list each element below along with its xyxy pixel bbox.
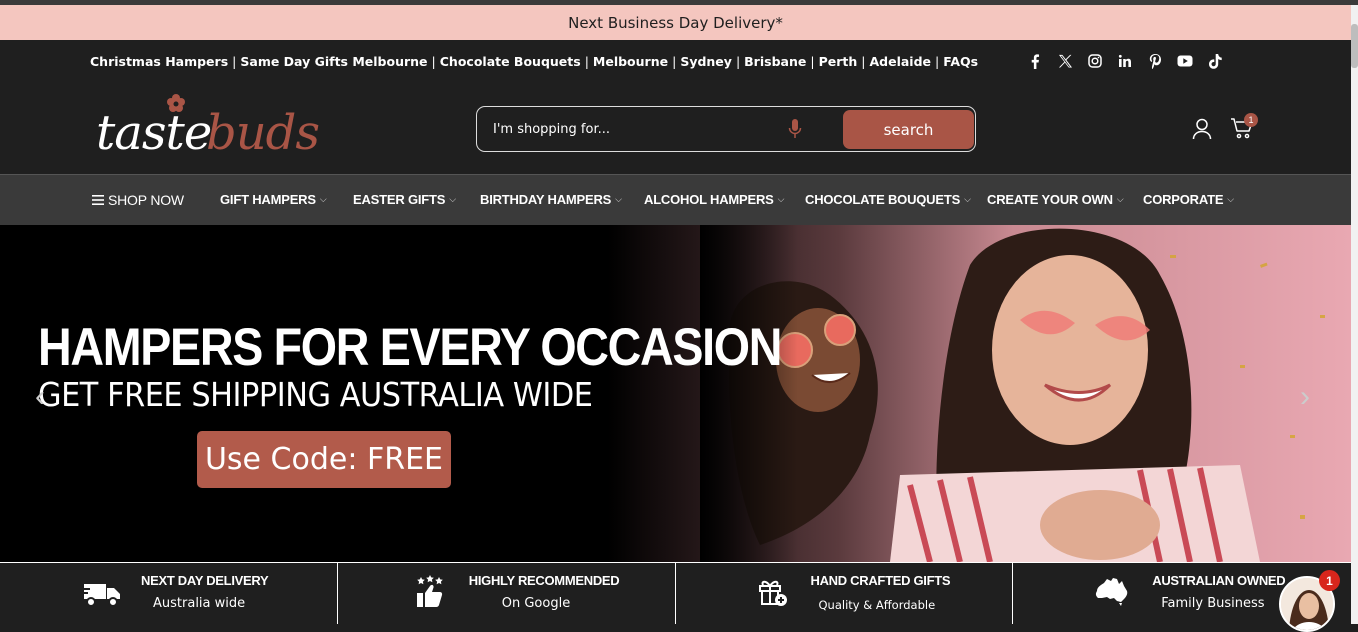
nav-shop-now[interactable]: SHOP NOW <box>92 192 184 208</box>
search-box: search <box>476 106 976 152</box>
linkedin-icon[interactable] <box>1117 53 1133 69</box>
chevron-down-icon: ⌵ <box>1116 194 1124 204</box>
nav-label: CHOCOLATE BOUQUETS <box>805 192 961 207</box>
hero-subtitle: GET FREE SHIPPING AUSTRALIA WIDE <box>38 375 593 414</box>
svg-text:buds: buds <box>206 105 319 159</box>
nav-label: BIRTHDAY HAMPERS <box>480 192 612 207</box>
nav-label: GIFT HAMPERS <box>220 192 316 207</box>
separator: | <box>935 54 940 69</box>
separator: | <box>735 54 741 69</box>
hero-banner[interactable]: HAMPERS FOR EVERY OCCASION GET FREE SHIP… <box>0 225 1351 562</box>
nav-birthday-hampers[interactable]: BIRTHDAY HAMPERS ⌵ <box>480 192 622 207</box>
nav-create-your-own[interactable]: CREATE YOUR OWN ⌵ <box>987 192 1124 207</box>
svg-text:taste: taste <box>96 105 211 159</box>
nav-label: EASTER GIFTS <box>353 192 446 207</box>
nav-alcohol-hampers[interactable]: ALCOHOL HAMPERS ⌵ <box>644 192 784 207</box>
chevron-down-icon: ⌵ <box>615 194 622 204</box>
chevron-down-icon: ⌵ <box>319 194 327 204</box>
chevron-down-icon: ⌵ <box>449 194 456 204</box>
nav-label: CORPORATE <box>1143 192 1224 207</box>
feature-subtitle: On Google <box>501 596 571 611</box>
announcement-bar: Next Business Day Delivery* <box>0 5 1351 40</box>
tastebuds-logo[interactable]: taste buds <box>96 93 321 164</box>
quick-link-adelaide[interactable]: Adelaide <box>869 54 931 69</box>
x-icon[interactable] <box>1057 53 1073 69</box>
separator: | <box>232 54 237 69</box>
features-bar: NEXT DAY DELIVERY Australia wide HIGHLY … <box>0 562 1351 624</box>
scrollbar[interactable] <box>1351 5 1358 624</box>
separator: | <box>672 54 677 69</box>
chevron-down-icon: ⌵ <box>964 194 971 204</box>
feature-title: AUSTRALIAN OWNED <box>1152 573 1286 588</box>
nav-label: SHOP NOW <box>108 192 184 208</box>
nav-corporate[interactable]: CORPORATE ⌵ <box>1143 192 1234 207</box>
feature-next-day-delivery: NEXT DAY DELIVERY Australia wide <box>0 562 338 624</box>
cart-count-badge: 1 <box>1244 113 1258 127</box>
social-links <box>1027 53 1223 69</box>
separator: | <box>861 54 866 69</box>
separator: | <box>584 54 589 69</box>
nav-chocolate-bouquets[interactable]: CHOCOLATE BOUQUETS ⌵ <box>805 192 971 207</box>
feature-subtitle: Quality & Affordable <box>818 598 936 612</box>
microphone-icon[interactable] <box>788 119 802 144</box>
search-button[interactable]: search <box>843 110 974 149</box>
truck-icon <box>82 582 122 613</box>
youtube-icon[interactable] <box>1177 53 1193 69</box>
separator: | <box>431 54 436 69</box>
gift-icon <box>758 577 788 612</box>
quick-link-same-day-gifts[interactable]: Same Day Gifts Melbourne <box>240 54 427 69</box>
feature-subtitle: Australia wide <box>153 596 246 611</box>
announcement-text: Next Business Day Delivery* <box>568 13 783 32</box>
quick-link-chocolate-bouquets[interactable]: Chocolate Bouquets <box>440 54 581 69</box>
main-navigation: SHOP NOW GIFT HAMPERS ⌵ EASTER GIFTS ⌵ BIR… <box>0 174 1351 225</box>
quick-link-sydney[interactable]: Sydney <box>680 54 732 69</box>
tiktok-icon[interactable] <box>1207 53 1223 69</box>
chevron-down-icon: ⌵ <box>1227 194 1234 204</box>
australia-icon <box>1095 577 1129 612</box>
nav-easter-gifts[interactable]: EASTER GIFTS ⌵ <box>353 192 456 207</box>
hero-title: HAMPERS FOR EVERY OCCASION <box>38 318 782 377</box>
feature-subtitle: Family Business <box>1161 596 1265 611</box>
facebook-icon[interactable] <box>1027 53 1043 69</box>
feature-title: HAND CRAFTED GIFTS <box>810 573 951 588</box>
feature-highly-recommended: HIGHLY RECOMMENDED On Google <box>337 562 676 624</box>
feature-title: NEXT DAY DELIVERY <box>141 573 269 588</box>
quick-link-perth[interactable]: Perth <box>819 54 858 69</box>
nav-label: ALCOHOL HAMPERS <box>644 192 774 207</box>
quick-links: Christmas Hampers | Same Day Gifts Melbou… <box>90 54 978 69</box>
chevron-down-icon: ⌵ <box>777 194 785 204</box>
chat-notification-badge: 1 <box>1319 570 1340 591</box>
search-input[interactable] <box>493 119 773 139</box>
nav-label: CREATE YOUR OWN <box>987 192 1113 207</box>
hero-photo <box>700 225 1351 562</box>
account-icon[interactable] <box>1192 118 1212 145</box>
pinterest-icon[interactable] <box>1147 53 1163 69</box>
chevron-left-icon[interactable]: ‹ <box>35 380 45 414</box>
quick-links-bar: Christmas Hampers | Same Day Gifts Melbou… <box>0 40 1351 85</box>
quick-link-christmas-hampers[interactable]: Christmas Hampers <box>90 54 228 69</box>
separator: | <box>810 54 815 69</box>
quick-link-brisbane[interactable]: Brisbane <box>744 54 806 69</box>
site-header: taste buds search 1 <box>0 85 1351 174</box>
quick-link-faqs[interactable]: FAQs <box>943 54 978 69</box>
instagram-icon[interactable] <box>1087 53 1103 69</box>
feature-title: HIGHLY RECOMMENDED <box>468 573 620 588</box>
menu-icon <box>92 193 104 208</box>
nav-gift-hampers[interactable]: GIFT HAMPERS ⌵ <box>220 192 327 207</box>
hero-promo-code-button[interactable]: Use Code: FREE <box>197 431 451 488</box>
quick-link-melbourne[interactable]: Melbourne <box>593 54 668 69</box>
scrollbar-thumb[interactable] <box>1351 24 1358 68</box>
feature-hand-crafted-gifts: HAND CRAFTED GIFTS Quality & Affordable <box>675 562 1014 624</box>
chevron-right-icon[interactable]: › <box>1300 380 1310 414</box>
thumbs-up-icon <box>416 575 444 614</box>
